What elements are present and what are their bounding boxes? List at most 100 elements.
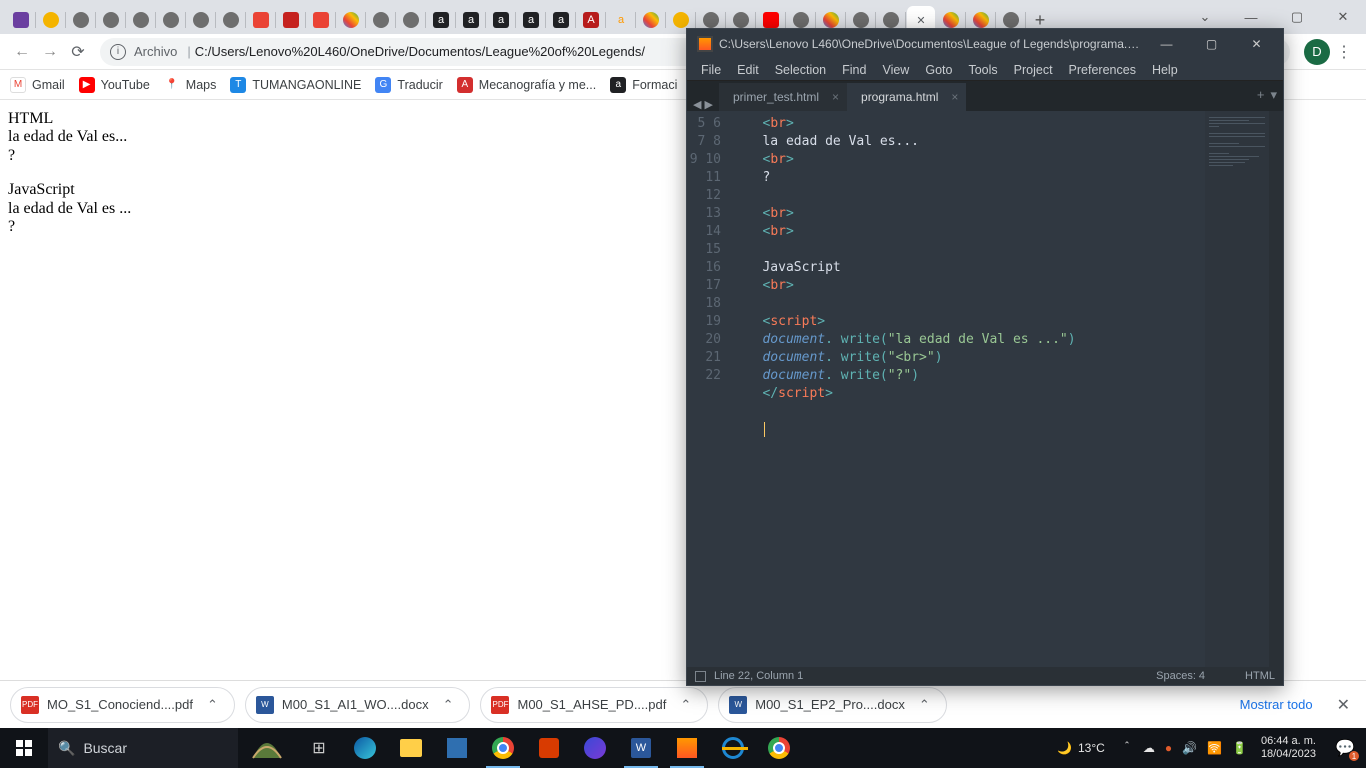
menu-selection[interactable]: Selection (767, 61, 834, 79)
close-tab-icon[interactable]: × (832, 90, 839, 104)
browser-tab[interactable]: a (457, 6, 485, 34)
bookmark-item[interactable]: 📍Maps (164, 77, 217, 93)
browser-tab[interactable] (637, 6, 665, 34)
bookmark-item[interactable]: MGmail (10, 77, 65, 93)
status-indent[interactable]: Spaces: 4 (1156, 670, 1205, 682)
browser-tab[interactable] (217, 6, 245, 34)
menu-preferences[interactable]: Preferences (1061, 61, 1144, 79)
browser-tab[interactable] (97, 6, 125, 34)
taskbar-app-word[interactable]: W (618, 728, 664, 768)
tab-nav-arrows[interactable]: ◀ ▶ (687, 98, 719, 111)
taskbar-news-icon[interactable] (238, 728, 296, 768)
tray-bluetooth-icon[interactable]: ● (1165, 741, 1172, 755)
scrollbar[interactable] (1269, 111, 1283, 667)
browser-tab[interactable] (247, 6, 275, 34)
tray-onedrive-icon[interactable]: ☁ (1143, 741, 1155, 755)
menu-view[interactable]: View (874, 61, 917, 79)
browser-tab[interactable] (157, 6, 185, 34)
bookmark-item[interactable]: TTUMANGAONLINE (230, 77, 361, 93)
status-panel-icon[interactable] (695, 671, 706, 682)
browser-tab[interactable]: a (427, 6, 455, 34)
search-icon: 🔍 (58, 740, 75, 757)
close-downloads-bar-button[interactable]: ✕ (1331, 695, 1356, 715)
new-tab-button[interactable]: + (1257, 87, 1265, 103)
bookmark-item[interactable]: ▶YouTube (79, 77, 150, 93)
bookmark-item[interactable]: GTraducir (375, 77, 442, 93)
menu-help[interactable]: Help (1144, 61, 1186, 79)
browser-tab[interactable]: a (517, 6, 545, 34)
tray-wifi-icon[interactable]: 🛜 (1207, 741, 1222, 755)
window-minimize-button[interactable]: — (1144, 30, 1189, 58)
status-syntax[interactable]: HTML (1245, 670, 1275, 682)
taskbar-weather[interactable]: 🌙 13°C (1047, 741, 1115, 755)
menu-file[interactable]: File (693, 61, 729, 79)
browser-tab[interactable]: a (487, 6, 515, 34)
taskbar-app-store[interactable] (434, 728, 480, 768)
close-tab-icon[interactable]: × (951, 90, 958, 104)
browser-tab[interactable] (37, 6, 65, 34)
menu-goto[interactable]: Goto (917, 61, 960, 79)
minimap[interactable] (1205, 111, 1269, 667)
profile-avatar[interactable]: D (1304, 39, 1330, 65)
chevron-up-icon[interactable]: ⌃ (674, 697, 697, 713)
download-item[interactable]: W M00_S1_EP2_Pro....docx ⌃ (718, 687, 947, 723)
menu-edit[interactable]: Edit (729, 61, 767, 79)
clock-time: 06:44 a. m. (1261, 735, 1316, 748)
browser-tab[interactable] (277, 6, 305, 34)
start-button[interactable] (0, 728, 48, 768)
taskbar-app-chrome[interactable] (480, 728, 526, 768)
browser-tab[interactable] (397, 6, 425, 34)
menu-find[interactable]: Find (834, 61, 874, 79)
taskbar-app-chrome-canary[interactable] (756, 728, 802, 768)
browser-tab[interactable] (127, 6, 155, 34)
bookmark-label: Formaci (632, 78, 677, 92)
back-button[interactable]: ← (8, 38, 36, 66)
browser-tab[interactable] (67, 6, 95, 34)
browser-tab[interactable] (337, 6, 365, 34)
tray-battery-icon[interactable]: 🔋 (1232, 741, 1247, 755)
forward-button[interactable]: → (36, 38, 64, 66)
bookmark-item[interactable]: AMecanografía y me... (457, 77, 596, 93)
browser-tab[interactable] (367, 6, 395, 34)
taskbar-search[interactable]: 🔍 Buscar (48, 728, 238, 768)
download-item[interactable]: PDF MO_S1_Conociend....pdf ⌃ (10, 687, 235, 723)
show-all-downloads-link[interactable]: Mostrar todo (1240, 697, 1313, 712)
taskbar-app-explorer[interactable] (388, 728, 434, 768)
taskbar-clock[interactable]: 06:44 a. m. 18/04/2023 (1253, 735, 1324, 761)
chevron-up-icon[interactable]: ⌃ (913, 697, 936, 713)
tray-volume-icon[interactable]: 🔊 (1182, 741, 1197, 755)
chrome-menu-button[interactable]: ⋮ (1330, 38, 1358, 66)
code-editor[interactable]: <br> la edad de Val es... <br> ? <br> <b… (729, 111, 1205, 667)
menu-project[interactable]: Project (1006, 61, 1061, 79)
browser-tab[interactable]: a (547, 6, 575, 34)
menu-tools[interactable]: Tools (960, 61, 1005, 79)
window-maximize-button[interactable]: ▢ (1189, 30, 1234, 58)
sublime-menu-bar: File Edit Selection Find View Goto Tools… (687, 59, 1283, 81)
reload-button[interactable]: ⟳ (64, 38, 92, 66)
download-item[interactable]: W M00_S1_AI1_WO....docx ⌃ (245, 687, 471, 723)
tray-overflow-icon[interactable]: ＾ (1121, 740, 1133, 757)
window-close-button[interactable]: ✕ (1234, 30, 1279, 58)
task-view-button[interactable]: ⊞ (296, 728, 342, 768)
editor-tab[interactable]: primer_test.html × (719, 83, 847, 111)
bookmark-item[interactable]: aFormaci (610, 77, 677, 93)
sublime-titlebar[interactable]: C:\Users\Lenovo L460\OneDrive\Documentos… (687, 29, 1283, 59)
taskbar-app-sublime[interactable] (664, 728, 710, 768)
browser-tab[interactable]: A (577, 6, 605, 34)
editor-tab-active[interactable]: programa.html × (847, 83, 966, 111)
chevron-up-icon[interactable]: ⌃ (437, 697, 460, 713)
browser-tab[interactable]: a (607, 6, 635, 34)
action-center-button[interactable]: 💬 1 (1324, 728, 1366, 768)
taskbar-app-office[interactable] (526, 728, 572, 768)
download-item[interactable]: PDF M00_S1_AHSE_PD....pdf ⌃ (480, 687, 708, 723)
browser-tab[interactable] (7, 6, 35, 34)
browser-tab[interactable] (187, 6, 215, 34)
tab-menu-icon[interactable]: ▾ (1270, 87, 1277, 103)
taskbar-app-clipchamp[interactable] (572, 728, 618, 768)
taskbar-app-edge[interactable] (342, 728, 388, 768)
window-close-button[interactable]: ✕ (1320, 2, 1366, 32)
browser-tab[interactable] (307, 6, 335, 34)
site-info-icon[interactable]: i (110, 44, 126, 60)
taskbar-app-ie[interactable] (710, 728, 756, 768)
chevron-up-icon[interactable]: ⌃ (201, 697, 224, 713)
